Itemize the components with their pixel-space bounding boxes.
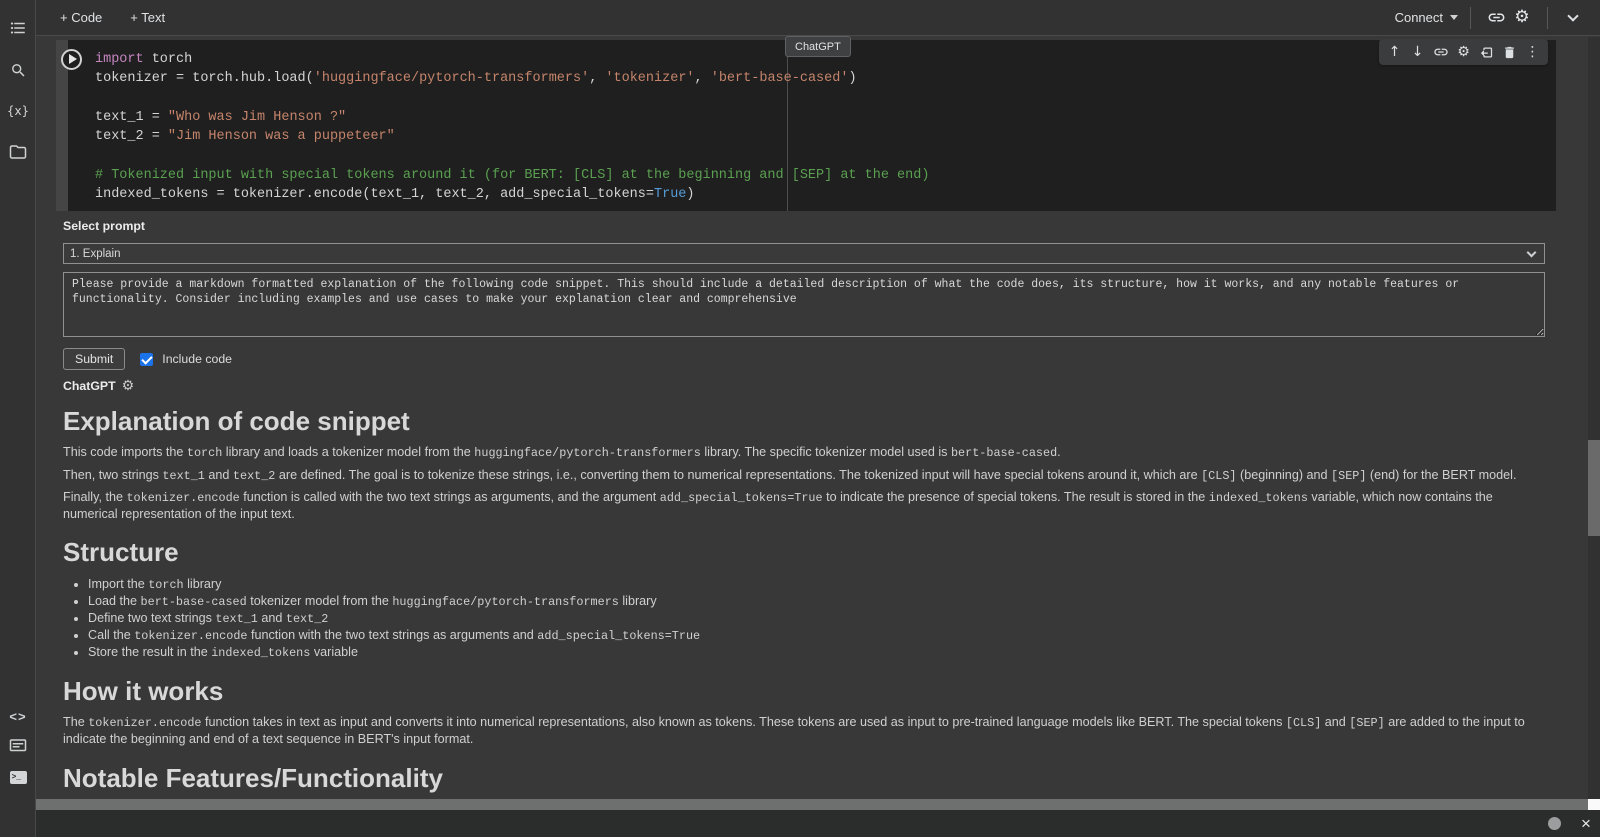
chatgpt-settings-gear-icon[interactable]: ⚙ <box>122 379 135 393</box>
toolbar-divider <box>1470 7 1471 29</box>
vertical-scrollbar-track <box>1588 37 1600 799</box>
files-folder-icon[interactable] <box>0 140 36 164</box>
code-line <box>95 89 1556 108</box>
list-item: Call the tokenizer.encode function with … <box>88 627 1545 644</box>
add-code-button[interactable]: + Code <box>60 10 102 25</box>
colab-app: + Code + Text Connect ⚙ <box>0 0 1600 837</box>
terminal-icon[interactable]: >_ <box>0 765 36 789</box>
cell-toolbar: ↑ ↓ ⚙ ⋮ <box>1379 39 1548 65</box>
command-palette-icon[interactable] <box>0 734 36 758</box>
code-snippets-icon[interactable]: <> <box>0 704 36 728</box>
chatgpt-header-row: ChatGPT ⚙ <box>63 379 1545 393</box>
collapse-header-chevron-icon[interactable] <box>1560 5 1586 31</box>
code-cell: import torchtokenizer = torch.hub.load('… <box>56 40 1556 211</box>
add-text-button[interactable]: + Text <box>130 10 165 25</box>
connect-dropdown-arrow-icon[interactable] <box>1450 15 1458 20</box>
chatgpt-panel: Select prompt 1. Explain Please provide … <box>63 219 1545 802</box>
chatgpt-brand-label: ChatGPT <box>63 379 116 393</box>
list-item: Store the result in the indexed_tokens v… <box>88 644 1545 661</box>
list-item: Import the torch library <box>88 576 1545 593</box>
code-line: text_1 = "Who was Jim Henson ?" <box>95 108 1556 127</box>
select-prompt-label: Select prompt <box>63 219 1545 234</box>
search-icon[interactable] <box>0 58 36 82</box>
notebook-toolbar: + Code + Text Connect ⚙ <box>0 0 1600 36</box>
response-paragraph: The tokenizer.encode function takes in t… <box>63 715 1545 747</box>
include-code-checkbox[interactable] <box>140 353 153 366</box>
list-item: Define two text strings text_1 and text_… <box>88 610 1545 627</box>
code-editor[interactable]: import torchtokenizer = torch.hub.load('… <box>56 40 1556 211</box>
code-line: indexed_tokens = tokenizer.encode(text_1… <box>95 185 1556 204</box>
mirror-cell-icon[interactable] <box>1475 40 1498 64</box>
toolbar-right-group: Connect ⚙ <box>1395 5 1586 31</box>
response-paragraph: Then, two strings text_1 and text_2 are … <box>63 468 1545 485</box>
section-heading: Notable Features/Functionality <box>63 763 1545 793</box>
cell-settings-gear-icon[interactable]: ⚙ <box>1452 40 1475 64</box>
structure-list: Import the torch libraryLoad the bert-ba… <box>63 576 1545 661</box>
toolbar-divider <box>1547 7 1548 29</box>
include-code-label: Include code <box>162 352 232 366</box>
link-cell-icon[interactable] <box>1429 40 1452 64</box>
code-line: text_2 = "Jim Henson was a puppeteer" <box>95 127 1556 146</box>
chatgpt-tooltip: ChatGPT <box>785 36 851 57</box>
toolbar-left-group: + Code + Text <box>60 10 165 25</box>
submit-row: Submit Include code <box>63 348 1545 370</box>
section-heading: Structure <box>63 537 1545 567</box>
close-icon[interactable]: × <box>1578 815 1594 832</box>
vertical-scrollbar-thumb[interactable] <box>1588 440 1600 536</box>
submit-button[interactable]: Submit <box>63 348 125 370</box>
prompt-textarea[interactable]: Please provide a markdown formatted expl… <box>63 272 1545 337</box>
prompt-select[interactable]: 1. Explain <box>63 243 1545 264</box>
response-paragraph: Finally, the tokenizer.encode function i… <box>63 490 1545 522</box>
connect-label: Connect <box>1395 10 1443 25</box>
variables-icon[interactable]: {x} <box>0 99 36 123</box>
more-options-icon[interactable]: ⋮ <box>1521 40 1544 64</box>
link-icon[interactable] <box>1483 5 1509 31</box>
horizontal-scrollbar[interactable] <box>36 799 1588 810</box>
delete-cell-icon[interactable] <box>1498 40 1521 64</box>
code-line: # Tokenized input with special tokens ar… <box>95 166 1556 185</box>
status-dot <box>1548 817 1561 830</box>
code-line <box>95 146 1556 165</box>
code-line: tokenizer = torch.hub.load('huggingface/… <box>95 69 1556 88</box>
move-cell-down-icon[interactable]: ↓ <box>1406 40 1429 64</box>
table-of-contents-icon[interactable] <box>0 16 36 40</box>
list-item: Load the bert-base-cased tokenizer model… <box>88 593 1545 610</box>
scrollbar-corner <box>1588 799 1600 810</box>
section-heading: How it works <box>63 676 1545 706</box>
prompt-select-wrap: 1. Explain <box>63 243 1545 264</box>
move-cell-up-icon[interactable]: ↑ <box>1383 40 1406 64</box>
settings-gear-icon[interactable]: ⚙ <box>1509 5 1535 31</box>
connect-button[interactable]: Connect <box>1395 10 1458 25</box>
output-footer-bar: × <box>36 810 1600 837</box>
response-paragraph: This code imports the torch library and … <box>63 445 1545 462</box>
section-heading: Explanation of code snippet <box>63 406 1545 436</box>
run-cell-button[interactable] <box>61 49 82 70</box>
left-sidebar: {x} <> >_ <box>0 0 36 837</box>
chatgpt-response: Explanation of code snippet This code imp… <box>63 406 1545 793</box>
